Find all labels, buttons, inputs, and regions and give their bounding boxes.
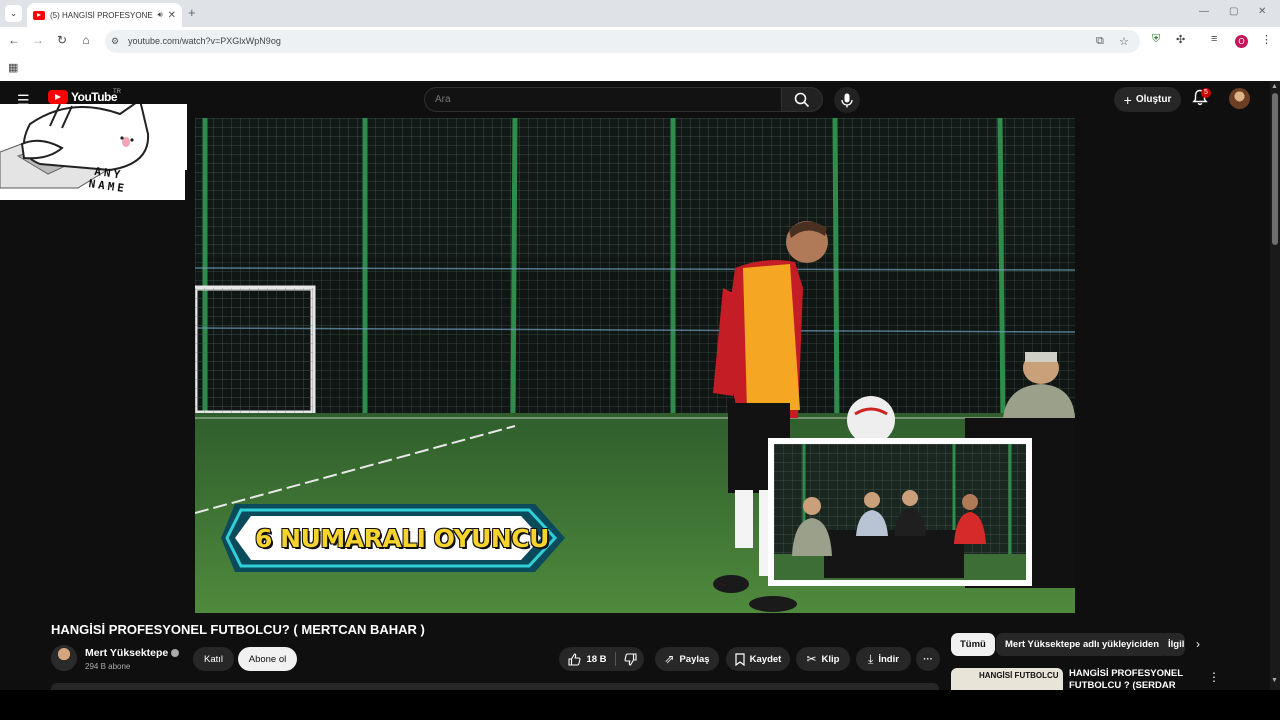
back-icon[interactable]: ← [6,33,22,47]
download-label: İndir [878,653,899,665]
home-icon[interactable]: ⌂ [78,33,94,47]
chevron-right-icon[interactable]: › [1196,637,1200,651]
bookmark-star-icon[interactable]: ☆ [1119,35,1129,48]
download-button[interactable]: ⤓ İndir [856,647,911,671]
bookmarks-bar: ▦ [0,56,1280,81]
youtube-logo-text: YouTube [71,90,118,104]
apps-grid-icon[interactable]: ▦ [8,61,18,74]
recommendation-more-icon[interactable]: ⋮ [1208,670,1220,684]
url-text[interactable]: youtube.com/watch?v=PXGlxWpN9og [128,36,281,46]
share-icon: ⇗ [664,652,675,666]
maximize-button[interactable]: ▢ [1229,6,1238,17]
extensions-puzzle-icon[interactable]: ✣ [1176,33,1185,46]
tab-search-button[interactable]: ⌄ [5,5,22,22]
youtube-logo[interactable]: YouTube [48,90,118,104]
bookmark-icon [735,652,745,666]
minimize-button[interactable]: — [1199,6,1209,17]
close-window-button[interactable]: ✕ [1258,6,1266,17]
browser-menu-icon[interactable]: ⋮ [1261,33,1272,46]
like-count: 18 B [586,653,607,665]
clip-label: Klip [821,653,840,665]
browser-toolbar: ← → ↻ ⌂ ⚙ youtube.com/watch?v=PXGlxWpN9o… [0,27,1280,56]
player-banner: 6 NUMARALI OYUNCU [230,504,574,572]
save-label: Kaydet [749,653,782,665]
subscribe-button[interactable]: Abone ol [238,647,297,671]
video-title: HANGİSİ PROFESYONEL FUTBOLCU? ( MERTCAN … [51,622,425,637]
site-info-icon[interactable]: ⚙ [111,36,119,47]
media-control-icon[interactable]: ≡ [1211,33,1217,45]
youtube-logo-icon [48,90,68,104]
recommendation-title[interactable]: HANGİSİ PROFESYONEL FUTBOLCU ? (SERDAR [1069,668,1199,690]
description-box[interactable] [51,683,939,690]
dislike-button[interactable] [616,647,644,671]
scroll-down-icon[interactable]: ▼ [1271,677,1278,684]
join-button[interactable]: Katıl [193,647,234,671]
share-label: Paylaş [679,653,710,665]
browser-tab[interactable]: (5) HANGİSİ PROFESYONEL 🔊︎ ✕ [27,3,182,27]
scissors-icon: ✂ [806,652,817,666]
profile-avatar[interactable]: O [1235,35,1248,48]
recommendation-thumbnail[interactable]: HANGİSİ FUTBOLCU [951,668,1063,690]
picture-in-picture-inset [768,438,1032,586]
cat-illustration: ANY NAME [0,104,187,200]
reload-icon[interactable]: ↻ [54,33,70,47]
more-actions-button[interactable]: ··· [916,647,940,671]
video-player[interactable]: 6 NUMARALI OYUNCU [195,118,1075,613]
scroll-up-icon[interactable]: ▲ [1271,83,1278,90]
new-tab-button[interactable]: + [188,5,196,20]
extension-shield-icon[interactable]: ⛨ [1152,33,1160,46]
channel-name-text[interactable]: Mert Yüksektepe [85,647,168,659]
youtube-favicon-icon [33,10,45,20]
youtube-header: ☰ YouTube TR + Oluştur 5 [0,81,1270,118]
create-label: Oluştur [1135,94,1172,105]
browser-tabstrip: ⌄ (5) HANGİSİ PROFESYONEL 🔊︎ ✕ + — ▢ ✕ [0,0,1280,27]
country-code: TR [113,89,121,95]
judges-table-scene [774,444,1026,580]
search-button[interactable] [781,87,823,112]
audio-playing-icon[interactable]: 🔊︎ [158,10,163,20]
like-button[interactable]: 18 B [559,647,616,671]
subscriber-count: 294 B abone [85,662,131,671]
create-button[interactable]: + Oluştur [1114,87,1181,112]
thumbnail-text: HANGİSİ FUTBOLCU [979,671,1059,680]
channel-name[interactable]: Mert Yüksektepe [85,647,180,659]
address-bar[interactable]: ⚙ youtube.com/watch?v=PXGlxWpN9og ⧉ ☆ [105,30,1140,53]
page-scrollbar[interactable]: ▲ ▼ [1270,81,1280,690]
thumbs-up-icon [568,652,581,666]
search-icon [794,92,810,107]
thumbs-down-icon [623,652,637,666]
chip-from-uploader[interactable]: Mert Yüksektepe adlı yükleyiciden [996,633,1169,656]
search-input[interactable] [424,87,782,112]
share-button[interactable]: ⇗ Paylaş [655,647,719,671]
chip-all[interactable]: Tümü [951,633,995,656]
clip-button[interactable]: ✂ Klip [796,647,850,671]
bottom-black-bar [0,690,1280,720]
channel-avatar[interactable] [51,645,77,671]
scroll-thumb[interactable] [1272,93,1278,245]
microphone-icon [841,93,853,107]
notification-count-badge: 5 [1201,88,1211,98]
verified-badge-icon [171,649,180,658]
cat-sticker-overlay: ANY NAME [0,104,187,200]
tab-title: (5) HANGİSİ PROFESYONEL [50,10,153,20]
plus-icon: + [1123,91,1132,108]
banner-text: 6 NUMARALI OYUNCU [255,523,549,553]
install-app-icon[interactable]: ⧉ [1096,35,1104,48]
download-icon: ⤓ [868,651,874,666]
tab-close-icon[interactable]: ✕ [168,10,176,21]
chip-related[interactable]: İlgili [1159,633,1185,656]
account-avatar[interactable] [1229,88,1250,109]
voice-search-button[interactable] [834,87,860,113]
forward-icon[interactable]: → [30,33,46,47]
save-button[interactable]: Kaydet [726,647,790,671]
